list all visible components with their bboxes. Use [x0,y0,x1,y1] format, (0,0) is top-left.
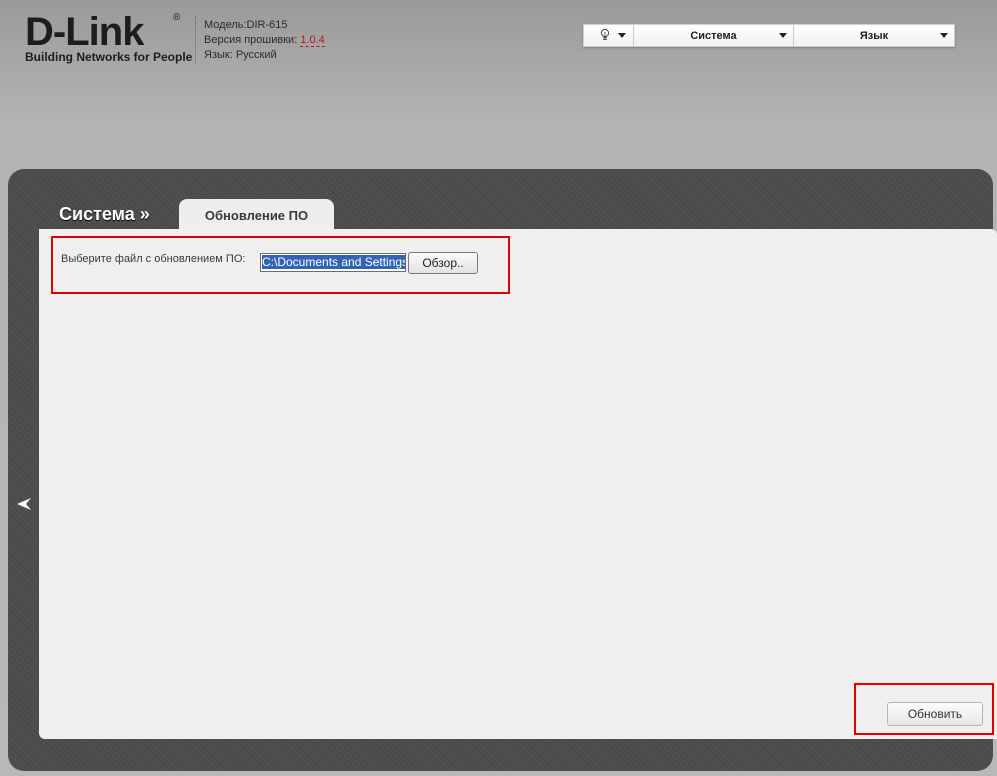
language-menu-label: Язык [859,29,889,42]
dlink-logo: D-Link ® Building Networks for People [25,10,192,64]
breadcrumb[interactable]: Система » [59,204,150,225]
chevron-down-icon [779,33,787,38]
system-menu-dropdown[interactable]: Система [634,25,794,46]
chevron-down-icon [940,33,948,38]
model-line: Модель:DIR-615 [204,19,288,31]
tab-firmware-update[interactable]: Обновление ПО [179,199,334,231]
content-area [39,229,997,739]
top-menu-bar: Система Язык [583,24,955,47]
firmware-line: Версия прошивки: 1.0.4 [204,34,325,47]
hint-menu-button[interactable] [584,25,634,46]
language-value: Русский [235,49,277,61]
language-line: Язык: Русский [204,49,277,61]
model-value: DIR-615 [246,19,288,31]
firmware-version-link[interactable]: 1.0.4 [300,34,325,47]
header-divider [195,16,196,64]
highlight-box-update [854,683,994,735]
lightbulb-icon [600,28,610,40]
language-menu-dropdown[interactable]: Язык [794,25,954,46]
device-info: Модель:DIR-615 Версия прошивки: 1.0.4 Яз… [204,18,325,63]
registered-mark: ® [173,12,181,23]
logo-text: D-Link [25,10,144,54]
system-menu-label: Система [690,29,737,42]
chevron-down-icon [618,33,626,38]
highlight-box-file [51,236,510,294]
header: D-Link ® Building Networks for People Мо… [0,0,997,80]
back-arrow-icon[interactable] [16,496,32,512]
